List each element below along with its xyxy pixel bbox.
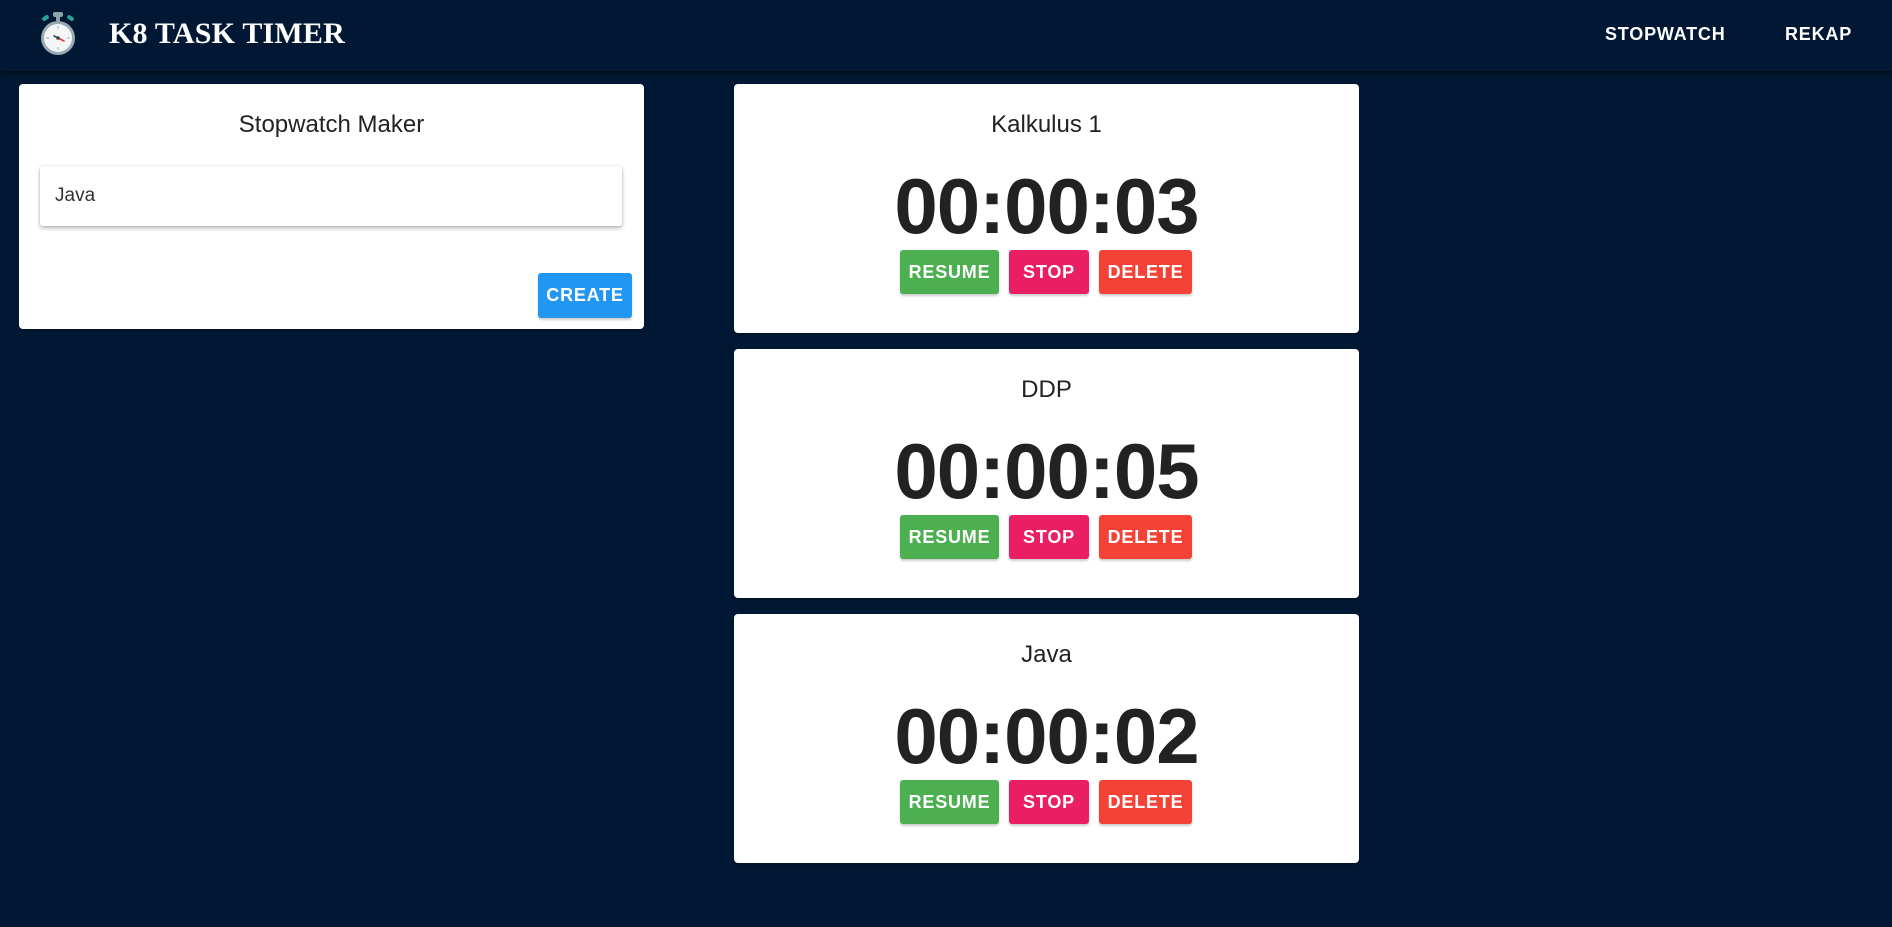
stop-button[interactable]: STOP (1009, 780, 1089, 824)
nav-stopwatch-link[interactable]: STOPWATCH (1605, 21, 1726, 47)
timer-card-ddp: DDP 00:00:05 RESUME STOP DELETE (734, 349, 1359, 598)
delete-button[interactable]: DELETE (1099, 515, 1192, 559)
timer-display: 00:00:03 (894, 162, 1199, 250)
timer-card-kalkulus-1: Kalkulus 1 00:00:03 RESUME STOP DELETE (734, 84, 1359, 333)
resume-button[interactable]: RESUME (900, 250, 999, 294)
timer-name: Kalkulus 1 (991, 111, 1102, 138)
stopwatch-icon (41, 12, 75, 55)
timer-name: DDP (1021, 376, 1072, 403)
timer-display: 00:00:05 (894, 427, 1199, 515)
resume-button[interactable]: RESUME (900, 515, 999, 559)
stop-button[interactable]: STOP (1009, 515, 1089, 559)
stopwatch-name-input[interactable] (40, 166, 622, 226)
timer-display: 00:00:02 (894, 692, 1199, 780)
timer-card-java: Java 00:00:02 RESUME STOP DELETE (734, 614, 1359, 863)
timer-name: Java (1021, 641, 1072, 668)
resume-button[interactable]: RESUME (900, 780, 999, 824)
delete-button[interactable]: DELETE (1099, 250, 1192, 294)
app-bar: K8 TASK TIMER STOPWATCH REKAP (0, 0, 1892, 71)
maker-title: Stopwatch Maker (238, 111, 425, 138)
app-title: K8 TASK TIMER (109, 17, 345, 50)
create-button[interactable]: CREATE (538, 273, 632, 318)
stop-button[interactable]: STOP (1009, 250, 1089, 294)
delete-button[interactable]: DELETE (1099, 780, 1192, 824)
stopwatch-maker-card: Stopwatch Maker CREATE (19, 84, 644, 329)
nav-rekap-link[interactable]: REKAP (1785, 21, 1852, 47)
